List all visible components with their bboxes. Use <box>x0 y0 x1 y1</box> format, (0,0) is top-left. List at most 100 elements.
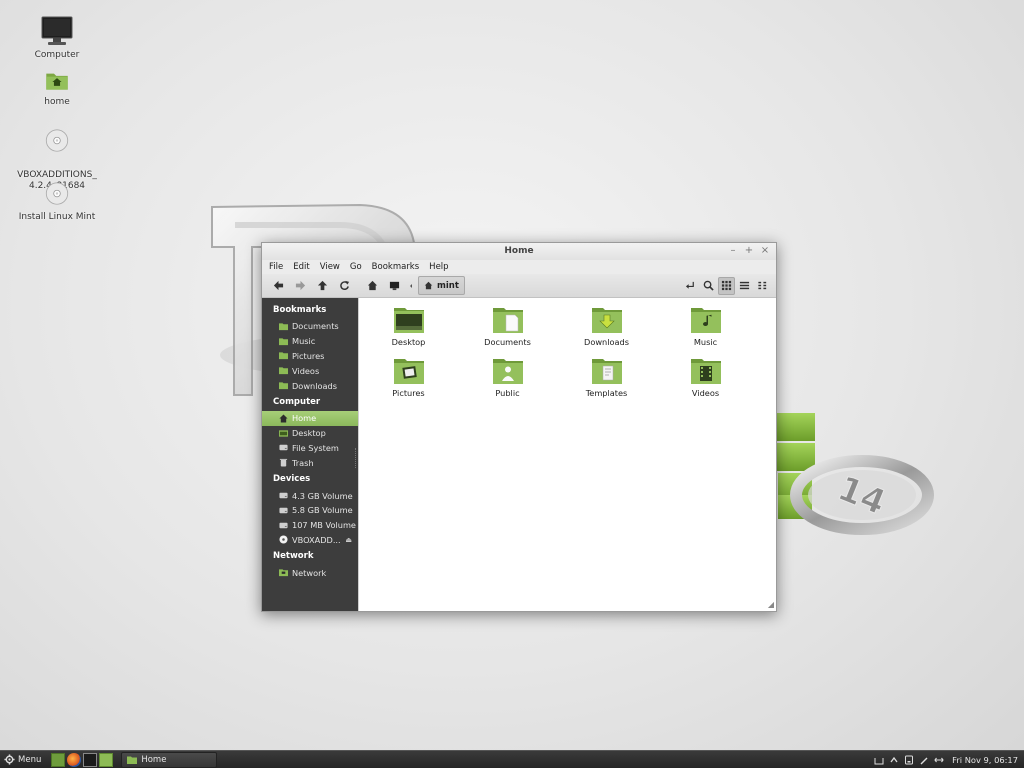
workspace-icon[interactable] <box>874 755 884 765</box>
list-view-button[interactable] <box>736 277 753 295</box>
sidebar-item-label: 107 MB Volume <box>292 520 356 531</box>
folder-icon <box>279 323 288 330</box>
desktop-folder-icon <box>279 430 288 437</box>
file-item-public[interactable]: Public <box>458 357 557 398</box>
sidebar-item-label: Downloads <box>292 380 337 391</box>
network-wired-icon[interactable] <box>934 755 944 765</box>
sidebar-item-label: Pictures <box>292 350 325 361</box>
sidebar-item-volume-4-3gb[interactable]: 4.3 GB Volume <box>262 488 358 503</box>
search-icon <box>703 280 714 291</box>
chevron-up-icon[interactable] <box>889 755 899 765</box>
eject-icon[interactable]: ⏏ <box>345 536 352 544</box>
file-item-label: Desktop <box>391 337 426 347</box>
desktop-icon-home[interactable]: home <box>14 69 100 108</box>
up-button[interactable] <box>312 277 332 295</box>
folder-icon <box>279 382 288 390</box>
file-item-pictures[interactable]: Pictures <box>359 357 458 398</box>
file-item-label: Templates <box>585 388 628 398</box>
pictures-folder-icon <box>393 359 424 384</box>
search-button[interactable] <box>700 277 717 295</box>
resize-grip[interactable]: ◢ <box>768 600 774 609</box>
computer-button[interactable] <box>384 277 404 295</box>
folder-icon <box>279 367 288 375</box>
file-item-templates[interactable]: Templates <box>557 357 656 398</box>
breadcrumb-scroll-left[interactable] <box>406 277 416 295</box>
trash-icon <box>279 459 288 467</box>
public-folder-icon <box>492 359 523 384</box>
bottom-panel: Menu Home Fri Nov 9, 06:17 <box>0 750 1024 768</box>
menu-bookmarks[interactable]: Bookmarks <box>369 260 423 274</box>
folder-icon <box>279 352 288 360</box>
drive-icon <box>279 522 288 528</box>
breadcrumb-mint[interactable]: mint <box>418 276 465 295</box>
arrow-left-icon <box>273 280 283 291</box>
icon-view-button[interactable] <box>718 276 735 295</box>
drive-icon <box>279 445 288 451</box>
music-folder-icon <box>690 308 721 333</box>
close-button[interactable]: × <box>760 245 770 257</box>
chevron-left-icon <box>410 283 412 288</box>
sidebar-item-label: 4.3 GB Volume <box>292 490 353 501</box>
sidebar-item-music[interactable]: Music <box>262 334 358 349</box>
sidebar-item-downloads[interactable]: Downloads <box>262 378 358 393</box>
start-menu-label: Menu <box>18 754 42 765</box>
pen-icon[interactable] <box>919 755 929 765</box>
sidebar-item-network[interactable]: Network <box>262 565 358 580</box>
file-item-label: Videos <box>691 388 720 398</box>
clock[interactable]: Fri Nov 9, 06:17 <box>952 755 1018 765</box>
sidebar-item-file-system[interactable]: File System <box>262 441 358 456</box>
sidebar-item-videos[interactable]: Videos <box>262 363 358 378</box>
sidebar-item-label: File System <box>292 442 339 453</box>
compact-view-button[interactable] <box>754 277 771 295</box>
sidebar-item-label: Home <box>292 413 317 424</box>
file-item-videos[interactable]: Videos <box>656 357 755 398</box>
minimize-button[interactable]: – <box>728 245 738 257</box>
sidebar-item-home[interactable]: Home <box>262 410 358 426</box>
removable-drive-icon[interactable] <box>904 755 914 765</box>
file-item-label: Public <box>495 388 520 398</box>
drive-icon <box>279 507 288 514</box>
firefox-launcher-icon[interactable] <box>67 752 82 767</box>
files-launcher-icon[interactable] <box>99 752 114 767</box>
sidebar: Bookmarks Documents Music Pictures Video… <box>262 298 358 611</box>
file-item-desktop[interactable]: Desktop <box>359 306 458 347</box>
reload-button[interactable] <box>334 277 354 295</box>
sidebar-resize-handle[interactable] <box>355 448 357 468</box>
taskbar-window-home[interactable]: Home <box>121 751 218 768</box>
file-item-label: Pictures <box>392 388 425 398</box>
sidebar-item-label: Videos <box>292 365 320 376</box>
toggle-location-button[interactable] <box>682 277 699 295</box>
desktop-icon-computer[interactable]: Computer <box>14 14 100 61</box>
network-folder-icon <box>279 569 288 577</box>
sidebar-item-desktop[interactable]: Desktop <box>262 426 358 441</box>
desktop-folder-icon <box>393 308 424 333</box>
file-item-music[interactable]: Music <box>656 306 755 347</box>
start-menu-button[interactable]: Menu <box>0 751 47 768</box>
terminal-launcher-icon[interactable] <box>83 752 98 767</box>
menu-go[interactable]: Go <box>347 260 365 274</box>
home-button[interactable] <box>362 277 382 295</box>
forward-button[interactable] <box>290 277 310 295</box>
maximize-button[interactable]: + <box>744 245 754 257</box>
back-button[interactable] <box>268 277 288 295</box>
file-item-label: Downloads <box>584 337 629 347</box>
file-item-downloads[interactable]: Downloads <box>557 306 656 347</box>
sidebar-item-volume-107mb[interactable]: 107 MB Volume <box>262 518 358 533</box>
sidebar-item-label: Trash <box>292 457 314 468</box>
sidebar-item-pictures[interactable]: Pictures <box>262 349 358 364</box>
file-item-documents[interactable]: Documents <box>458 306 557 347</box>
menu-edit[interactable]: Edit <box>290 260 312 274</box>
desktop-icon-install-linux-mint[interactable]: Install Linux Mint <box>14 182 100 223</box>
window-titlebar[interactable]: Home – + × <box>262 243 776 260</box>
sidebar-item-documents[interactable]: Documents <box>262 319 358 334</box>
sidebar-item-label: Music <box>292 336 316 347</box>
menu-file[interactable]: File <box>266 260 286 274</box>
sidebar-item-vboxadditions[interactable]: VBOXADD... ⏏ <box>262 533 358 548</box>
file-item-label: Music <box>693 337 718 347</box>
sidebar-item-label: VBOXADD... <box>292 534 341 545</box>
menu-view[interactable]: View <box>317 260 343 274</box>
menu-help[interactable]: Help <box>426 260 451 274</box>
show-desktop-launcher-icon[interactable] <box>51 752 66 767</box>
sidebar-item-volume-5-8gb[interactable]: 5.8 GB Volume <box>262 503 358 518</box>
sidebar-item-trash[interactable]: Trash <box>262 455 358 470</box>
